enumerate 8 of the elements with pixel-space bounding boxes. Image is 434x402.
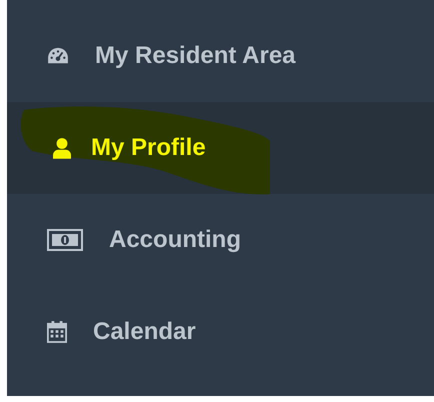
sidebar-item[interactable]: Accounting xyxy=(7,194,434,286)
sidebar-item[interactable]: My Profile xyxy=(7,102,434,194)
sidebar-item[interactable]: My Resident Area xyxy=(7,10,434,102)
banknote-icon xyxy=(47,229,83,251)
calendar-icon xyxy=(47,320,67,344)
sidebar-item[interactable]: Calendar xyxy=(7,286,434,378)
user-icon xyxy=(53,137,71,159)
gauge-icon xyxy=(47,47,69,65)
